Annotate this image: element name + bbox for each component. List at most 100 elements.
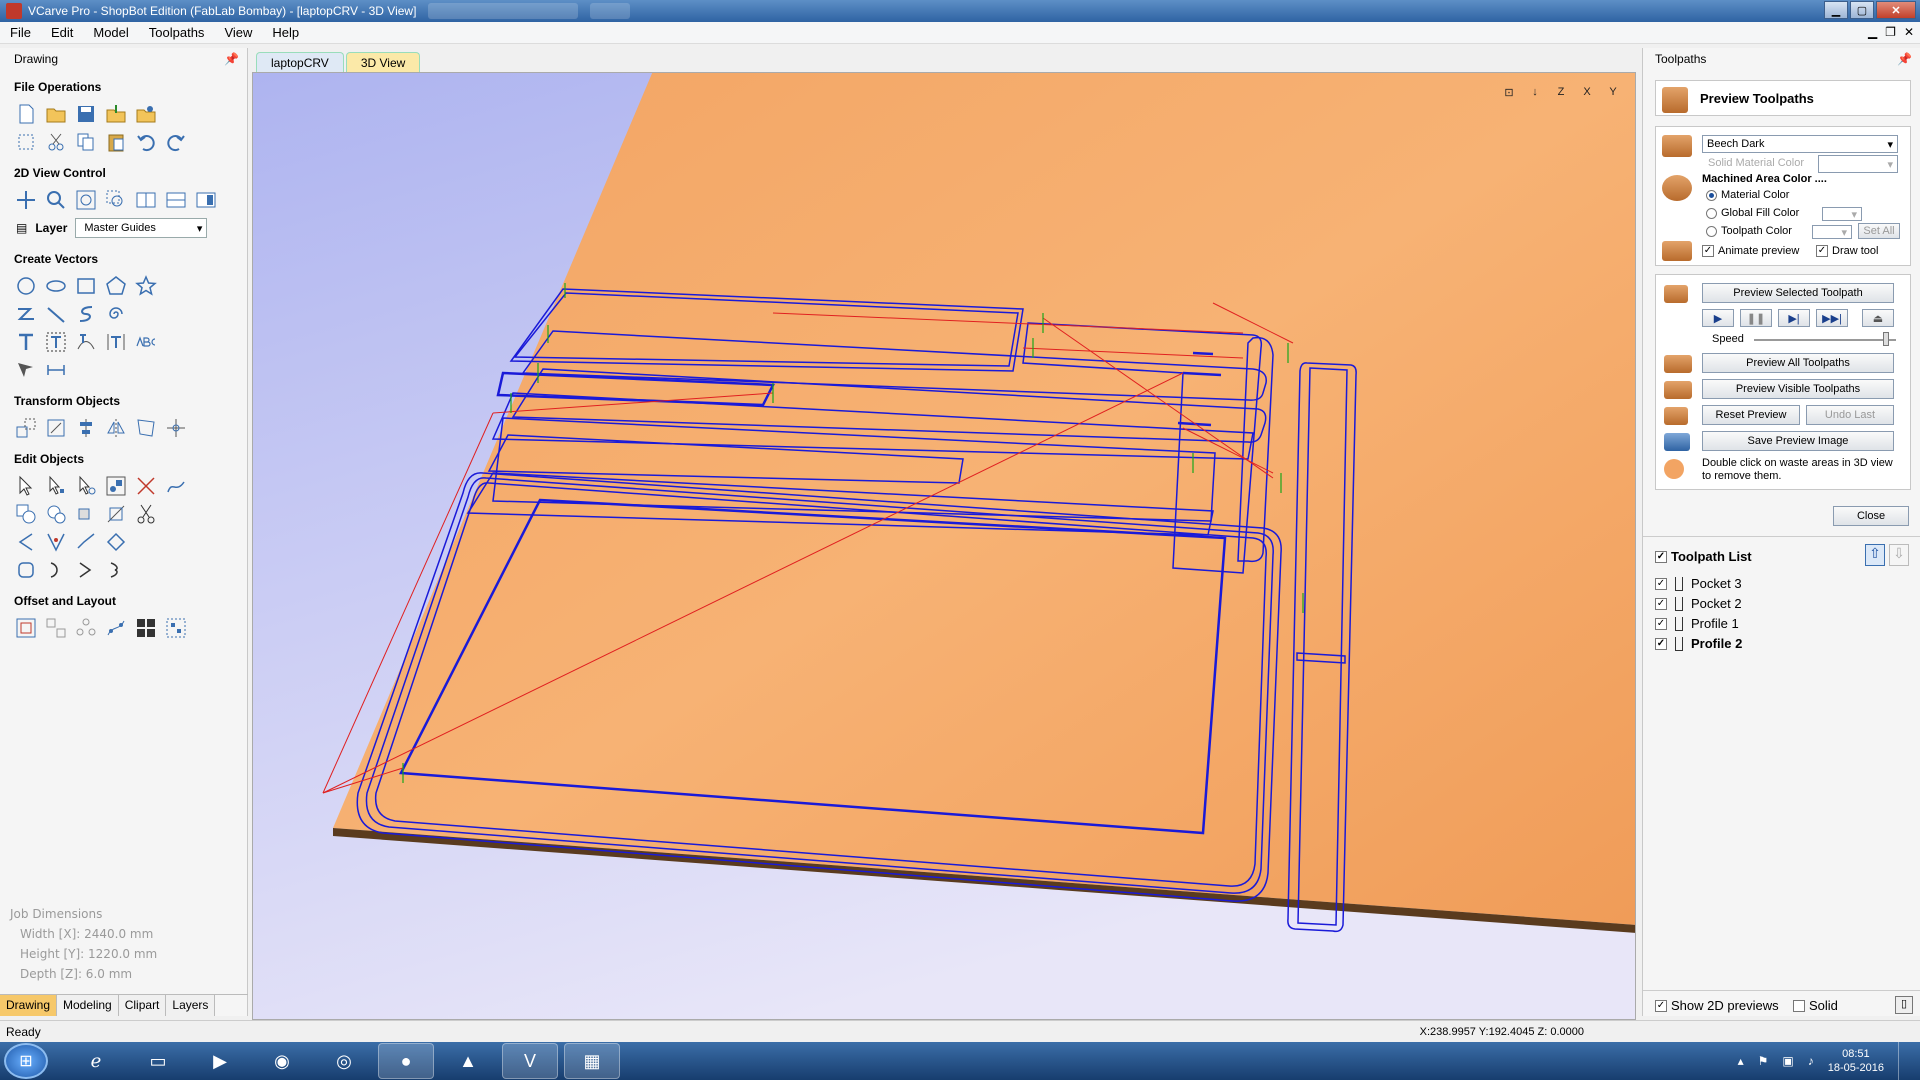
checkbox[interactable]: ✓ xyxy=(1655,577,1667,590)
radio-button[interactable] xyxy=(1706,225,1717,237)
reset-preview-button[interactable]: Reset Preview xyxy=(1702,405,1800,425)
curve-fit-icon[interactable] xyxy=(44,558,68,582)
node-edit-icon[interactable] xyxy=(44,474,68,498)
text-style-icon[interactable] xyxy=(134,330,158,354)
redo-icon[interactable] xyxy=(164,130,188,154)
curve-icon[interactable] xyxy=(74,302,98,326)
view-3d-icon[interactable] xyxy=(194,188,218,212)
checkbox[interactable]: ✓ xyxy=(1702,245,1714,257)
checkbox[interactable]: ✓ xyxy=(1655,999,1667,1012)
firefox-icon[interactable]: ◉ xyxy=(254,1043,310,1079)
step-icon[interactable]: ▶| xyxy=(1778,309,1810,327)
zoom-icon[interactable] xyxy=(44,188,68,212)
close-button[interactable]: Close xyxy=(1833,506,1909,526)
fast-forward-icon[interactable]: ▶▶| xyxy=(1816,309,1848,327)
zoom-extents-icon[interactable] xyxy=(74,188,98,212)
radio-global-fill[interactable]: Global Fill Color xyxy=(1706,207,1799,219)
dimension-icon[interactable] xyxy=(44,358,68,382)
scissors-icon[interactable] xyxy=(134,502,158,526)
smooth-icon[interactable] xyxy=(14,558,38,582)
toolpath-item-selected[interactable]: ✓ Profile 2 xyxy=(1655,636,1742,651)
material-select[interactable]: Beech Dark ▾ xyxy=(1702,135,1898,153)
open-file-icon[interactable] xyxy=(44,102,68,126)
rotate-icon[interactable] xyxy=(164,416,188,440)
move-up-icon[interactable]: ⇧ xyxy=(1865,544,1885,566)
spiral-icon[interactable] xyxy=(104,302,128,326)
close-window-button[interactable]: ✕ xyxy=(1876,1,1916,19)
polyline-icon[interactable] xyxy=(14,302,38,326)
paste-icon[interactable] xyxy=(104,130,128,154)
background-tab[interactable] xyxy=(590,3,631,19)
pin-icon[interactable]: 📌 xyxy=(1897,52,1912,66)
line-icon[interactable] xyxy=(44,302,68,326)
ungroup-icon[interactable] xyxy=(134,474,158,498)
media-player-icon[interactable]: ▶ xyxy=(192,1043,248,1079)
undo-last-button[interactable]: Undo Last xyxy=(1806,405,1894,425)
file-explorer-icon[interactable]: ▭ xyxy=(130,1043,186,1079)
polygon-icon[interactable] xyxy=(104,274,128,298)
nest-parts-icon[interactable] xyxy=(44,616,68,640)
show-desktop-button[interactable] xyxy=(1898,1042,1910,1080)
subtract-icon[interactable] xyxy=(44,502,68,526)
volume-icon[interactable]: ♪ xyxy=(1808,1054,1814,1068)
y-view-icon[interactable]: Y xyxy=(1603,83,1623,101)
checkbox[interactable]: ✓ xyxy=(1655,617,1667,630)
zoom-box-icon[interactable] xyxy=(104,188,128,212)
radio-toolpath-color[interactable]: Toolpath Color xyxy=(1706,225,1792,237)
align-icon[interactable] xyxy=(74,416,98,440)
auto-layout-text-icon[interactable] xyxy=(44,330,68,354)
circle-icon[interactable] xyxy=(14,274,38,298)
select-icon[interactable] xyxy=(14,474,38,498)
undo-icon[interactable] xyxy=(134,130,158,154)
set-size-icon[interactable] xyxy=(44,416,68,440)
nest-layout-icon[interactable] xyxy=(164,616,188,640)
x-view-icon[interactable]: X xyxy=(1577,83,1597,101)
chamfer-icon[interactable] xyxy=(44,530,68,554)
animate-preview-checkbox[interactable]: ✓ Animate preview xyxy=(1702,245,1799,257)
network-icon[interactable]: ▣ xyxy=(1782,1054,1793,1068)
3d-scene[interactable] xyxy=(253,73,1636,1020)
vcarve-icon[interactable]: V xyxy=(502,1043,558,1079)
show-hidden-icons-icon[interactable]: ▴ xyxy=(1738,1054,1744,1068)
start-button[interactable]: ⊞ xyxy=(4,1043,48,1079)
tab-laptopcrv[interactable]: laptopCRV xyxy=(256,52,344,72)
solid-checkbox[interactable]: Solid xyxy=(1793,998,1838,1013)
toolpath-item[interactable]: ✓ Profile 1 xyxy=(1655,616,1739,631)
import-icon[interactable] xyxy=(104,102,128,126)
text-icon[interactable] xyxy=(14,330,38,354)
iso-view-icon[interactable]: ⊡ xyxy=(1499,83,1519,101)
toolpath-item[interactable]: ✓ Pocket 3 xyxy=(1655,576,1742,591)
mirror-icon[interactable] xyxy=(104,416,128,440)
menu-edit[interactable]: Edit xyxy=(41,25,83,40)
grid-icon[interactable] xyxy=(164,188,188,212)
job-setup-icon[interactable] xyxy=(14,130,38,154)
pin-icon[interactable]: 📌 xyxy=(224,52,239,66)
minimize-button[interactable]: ▁ xyxy=(1824,1,1848,19)
menu-help[interactable]: Help xyxy=(262,25,309,40)
cut-icon[interactable] xyxy=(44,130,68,154)
clock[interactable]: 08:51 18-05-2016 xyxy=(1828,1047,1884,1075)
speed-slider[interactable] xyxy=(1754,332,1896,346)
internet-explorer-icon[interactable]: ℯ xyxy=(68,1043,124,1079)
group-icon[interactable] xyxy=(104,474,128,498)
pan-icon[interactable] xyxy=(14,188,38,212)
maximize-button[interactable]: ▢ xyxy=(1850,1,1874,19)
skip-to-end-icon[interactable]: ⏏ xyxy=(1862,309,1894,327)
fit-text-icon[interactable] xyxy=(104,330,128,354)
checkbox[interactable]: ✓ xyxy=(1655,637,1667,650)
star-icon[interactable] xyxy=(134,274,158,298)
radio-button[interactable] xyxy=(1706,207,1717,219)
radio-material-color[interactable]: Material Color xyxy=(1706,189,1789,201)
toolpath-list-checkbox[interactable]: ✓ xyxy=(1655,550,1667,563)
move-icon[interactable] xyxy=(14,416,38,440)
flag-icon[interactable]: ⚑ xyxy=(1758,1054,1769,1068)
play-icon[interactable]: ▶ xyxy=(1702,309,1734,327)
checkbox[interactable] xyxy=(1793,999,1805,1012)
close-vectors-icon[interactable] xyxy=(104,530,128,554)
tab-3d-view[interactable]: 3D View xyxy=(345,52,421,72)
save-file-icon[interactable] xyxy=(74,102,98,126)
text-on-curve-icon[interactable] xyxy=(74,330,98,354)
ellipse-icon[interactable] xyxy=(44,274,68,298)
layer-select[interactable]: Master Guides ▾ xyxy=(75,218,208,238)
interactive-select-icon[interactable] xyxy=(74,474,98,498)
